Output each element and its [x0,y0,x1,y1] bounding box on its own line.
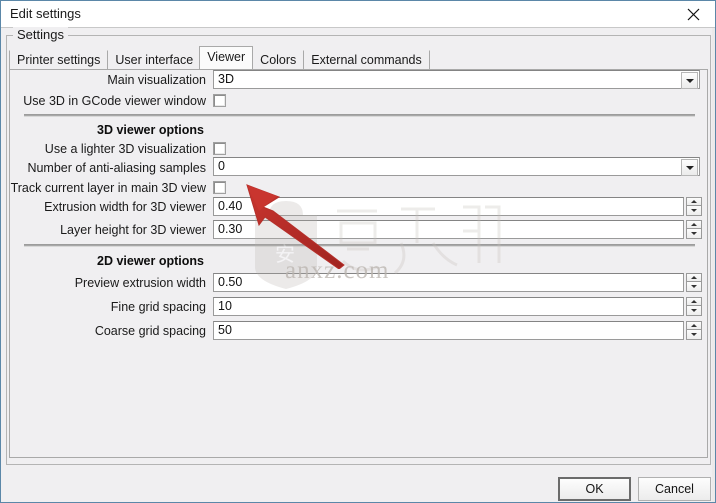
preview-extrusion-width-stepper[interactable] [686,273,702,292]
extrusion-width-stepper[interactable] [686,197,702,216]
main-visualization-label: Main visualization [107,73,206,87]
coarse-grid-stepper[interactable] [686,321,702,340]
layer-height-value: 0.30 [218,222,243,236]
fine-grid-label: Fine grid spacing [110,300,206,314]
coarse-grid-input[interactable]: 50 [213,321,684,340]
layer-height-stepper[interactable] [686,220,702,239]
stepper-down-icon[interactable] [686,282,702,292]
use-3d-gcode-label-wrap: Use 3D in GCode viewer window [10,91,206,111]
window-title: Edit settings [10,6,81,21]
ok-button-label: OK [585,482,604,496]
settings-groupbox-legend: Settings [13,27,68,42]
extrusion-width-input[interactable]: 0.40 [213,197,684,216]
section-title-2d: 2D viewer options [97,254,204,268]
cancel-button-label: Cancel [655,482,694,496]
main-visualization-combobox[interactable]: 3D [213,70,700,89]
lighter-3d-label: Use a lighter 3D visualization [44,142,206,156]
use-3d-gcode-checkbox[interactable] [213,94,226,107]
use-3d-gcode-label: Use 3D in GCode viewer window [23,94,206,108]
preview-extrusion-width-label: Preview extrusion width [74,276,206,290]
fine-grid-value: 10 [218,299,232,313]
ok-button[interactable]: OK [558,477,631,501]
chevron-down-icon[interactable] [681,159,698,176]
extrusion-width-label: Extrusion width for 3D viewer [44,200,206,214]
extrusion-width-label-wrap: Extrusion width for 3D viewer [10,197,206,217]
stepper-down-icon[interactable] [686,306,702,316]
tab-printer-settings[interactable]: Printer settings [9,50,109,69]
close-icon [687,8,700,21]
stepper-up-icon[interactable] [686,220,702,229]
coarse-grid-label: Coarse grid spacing [94,324,206,338]
stepper-up-icon[interactable] [686,297,702,306]
stepper-down-icon[interactable] [686,330,702,340]
layer-height-label-wrap: Layer height for 3D viewer [10,220,206,240]
section-title-3d: 3D viewer options [97,123,204,137]
preview-extrusion-width-value: 0.50 [218,275,243,289]
title-bar: Edit settings [1,1,715,28]
lighter-3d-label-wrap: Use a lighter 3D visualization [10,139,206,159]
cancel-button[interactable]: Cancel [638,477,711,501]
main-visualization-value: 3D [218,72,234,86]
antialias-value: 0 [218,159,225,173]
separator-2 [24,244,695,247]
chevron-down-icon[interactable] [681,72,698,89]
tab-strip: Printer settings User interface Viewer C… [9,46,430,69]
track-layer-label-wrap: Track current layer in main 3D view [10,178,206,198]
fine-grid-input[interactable]: 10 [213,297,684,316]
tab-user-interface[interactable]: User interface [107,50,202,69]
separator-1 [24,114,695,117]
extrusion-width-value: 0.40 [218,199,243,213]
antialias-label: Number of anti-aliasing samples [27,161,206,175]
preview-extrusion-width-input[interactable]: 0.50 [213,273,684,292]
tab-external-commands[interactable]: External commands [303,50,430,69]
window-right-edge [712,28,715,502]
tab-colors[interactable]: Colors [252,50,305,69]
track-layer-label: Track current layer in main 3D view [10,181,206,195]
fine-grid-stepper[interactable] [686,297,702,316]
stepper-down-icon[interactable] [686,206,702,216]
track-layer-checkbox[interactable] [213,181,226,194]
layer-height-input[interactable]: 0.30 [213,220,684,239]
stepper-up-icon[interactable] [686,273,702,282]
stepper-up-icon[interactable] [686,321,702,330]
layer-height-label: Layer height for 3D viewer [60,223,206,237]
coarse-grid-label-wrap: Coarse grid spacing [10,321,206,341]
coarse-grid-value: 50 [218,323,232,337]
edit-settings-dialog: Edit settings Settings Printer settings … [0,0,716,503]
stepper-down-icon[interactable] [686,229,702,239]
preview-extrusion-width-label-wrap: Preview extrusion width [10,273,206,293]
antialias-combobox[interactable]: 0 [213,157,700,176]
main-visualization-label-wrap: Main visualization [10,70,206,90]
close-button[interactable] [671,1,715,27]
tab-viewer[interactable]: Viewer [199,46,254,69]
stepper-up-icon[interactable] [686,197,702,206]
antialias-label-wrap: Number of anti-aliasing samples [10,158,206,178]
lighter-3d-checkbox[interactable] [213,142,226,155]
tab-page-viewer: Main visualization 3D Use 3D in GCode vi… [9,69,708,458]
fine-grid-label-wrap: Fine grid spacing [10,297,206,317]
